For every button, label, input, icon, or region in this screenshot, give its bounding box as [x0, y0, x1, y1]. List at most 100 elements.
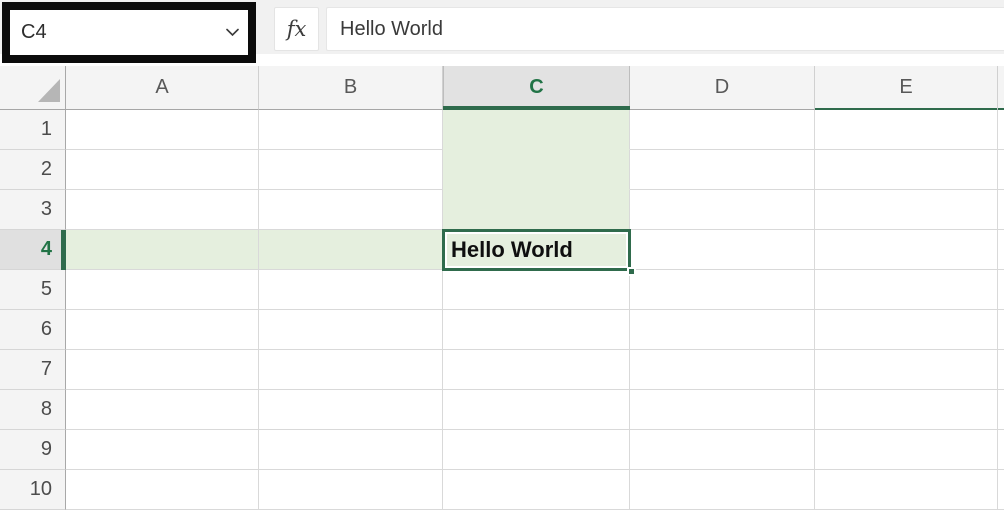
cell-next-partial-1[interactable] — [998, 110, 1004, 150]
cell-e5[interactable] — [815, 270, 998, 310]
cell-b8[interactable] — [259, 390, 443, 430]
selected-cell-value: Hello World — [443, 237, 573, 263]
sheet-row-9: 9 — [0, 430, 1004, 470]
cell-a8[interactable] — [66, 390, 259, 430]
row-header-9[interactable]: 9 — [0, 430, 66, 470]
sheet-row-8: 8 — [0, 390, 1004, 430]
cell-b2[interactable] — [259, 150, 443, 190]
cell-a9[interactable] — [66, 430, 259, 470]
cell-d1[interactable] — [630, 110, 815, 150]
cell-next-partial-9[interactable] — [998, 430, 1004, 470]
row-header-1[interactable]: 1 — [0, 110, 66, 150]
cell-e10[interactable] — [815, 470, 998, 510]
cell-d4[interactable] — [630, 230, 815, 270]
cell-a10[interactable] — [66, 470, 259, 510]
column-header-b[interactable]: B — [259, 66, 443, 110]
row-header-8[interactable]: 8 — [0, 390, 66, 430]
cell-e6[interactable] — [815, 310, 998, 350]
cell-d2[interactable] — [630, 150, 815, 190]
column-header-c[interactable]: C — [443, 66, 630, 110]
cell-e4[interactable] — [815, 230, 998, 270]
cell-b7[interactable] — [259, 350, 443, 390]
name-box[interactable]: C4 — [10, 10, 248, 55]
cell-d10[interactable] — [630, 470, 815, 510]
fill-handle[interactable] — [627, 267, 636, 276]
sheet-grid: 1234 Hello World 5678910 — [0, 110, 1004, 510]
cell-c5[interactable] — [443, 270, 630, 310]
cell-b10[interactable] — [259, 470, 443, 510]
cell-c7[interactable] — [443, 350, 630, 390]
cell-a4[interactable] — [66, 230, 259, 270]
select-all-triangle-icon — [36, 76, 62, 104]
cell-a6[interactable] — [66, 310, 259, 350]
column-header-next-partial[interactable] — [998, 66, 1004, 110]
row-header-7[interactable]: 7 — [0, 350, 66, 390]
cell-b5[interactable] — [259, 270, 443, 310]
cell-c2[interactable] — [443, 150, 630, 190]
cell-a7[interactable] — [66, 350, 259, 390]
sheet-row-6: 6 — [0, 310, 1004, 350]
cell-d5[interactable] — [630, 270, 815, 310]
cell-c10[interactable] — [443, 470, 630, 510]
column-header-d[interactable]: D — [630, 66, 815, 110]
cell-a1[interactable] — [66, 110, 259, 150]
cell-d9[interactable] — [630, 430, 815, 470]
sheet-row-3: 3 — [0, 190, 1004, 230]
fx-icon: fx — [287, 17, 307, 41]
row-header-3[interactable]: 3 — [0, 190, 66, 230]
cell-c4-selected[interactable]: Hello World — [443, 230, 630, 270]
cell-b9[interactable] — [259, 430, 443, 470]
formula-bar-value: Hello World — [340, 18, 443, 41]
cell-a3[interactable] — [66, 190, 259, 230]
name-box-value: C4 — [21, 21, 47, 44]
cell-e2[interactable] — [815, 150, 998, 190]
cell-d6[interactable] — [630, 310, 815, 350]
cell-next-partial-3[interactable] — [998, 190, 1004, 230]
sheet-row-10: 10 — [0, 470, 1004, 510]
cell-b3[interactable] — [259, 190, 443, 230]
row-header-5[interactable]: 5 — [0, 270, 66, 310]
sheet-row-2: 2 — [0, 150, 1004, 190]
cell-d8[interactable] — [630, 390, 815, 430]
cell-e8[interactable] — [815, 390, 998, 430]
cell-next-partial-10[interactable] — [998, 470, 1004, 510]
sheet-row-4: 4 Hello World — [0, 230, 1004, 270]
cell-c3[interactable] — [443, 190, 630, 230]
row-header-10[interactable]: 10 — [0, 470, 66, 510]
row-header-4[interactable]: 4 — [0, 230, 66, 270]
cell-b1[interactable] — [259, 110, 443, 150]
cell-d7[interactable] — [630, 350, 815, 390]
sheet-row-5: 5 — [0, 270, 1004, 310]
cell-a5[interactable] — [66, 270, 259, 310]
cell-next-partial-8[interactable] — [998, 390, 1004, 430]
sheet-row-1: 1 — [0, 110, 1004, 150]
cell-e1[interactable] — [815, 110, 998, 150]
cell-next-partial-6[interactable] — [998, 310, 1004, 350]
select-all-button[interactable] — [0, 66, 66, 110]
cell-a2[interactable] — [66, 150, 259, 190]
column-header-a[interactable]: A — [66, 66, 259, 110]
cell-next-partial-4[interactable] — [998, 230, 1004, 270]
row-header-6[interactable]: 6 — [0, 310, 66, 350]
sheet-row-7: 7 — [0, 350, 1004, 390]
cell-e9[interactable] — [815, 430, 998, 470]
formula-bar-input[interactable]: Hello World — [326, 7, 1004, 51]
column-header-e[interactable]: E — [815, 66, 998, 110]
excel-window: C4 fx Hello World ABCDE 1234 Hello World 5… — [0, 0, 1004, 510]
cell-c8[interactable] — [443, 390, 630, 430]
cell-c1[interactable] — [443, 110, 630, 150]
cell-e3[interactable] — [815, 190, 998, 230]
cell-b4[interactable] — [259, 230, 443, 270]
column-header-row: ABCDE — [0, 66, 1004, 110]
chevron-down-icon[interactable] — [226, 28, 239, 37]
cell-e7[interactable] — [815, 350, 998, 390]
cell-next-partial-5[interactable] — [998, 270, 1004, 310]
cell-next-partial-7[interactable] — [998, 350, 1004, 390]
cell-c9[interactable] — [443, 430, 630, 470]
cell-d3[interactable] — [630, 190, 815, 230]
cell-next-partial-2[interactable] — [998, 150, 1004, 190]
row-header-2[interactable]: 2 — [0, 150, 66, 190]
cell-c6[interactable] — [443, 310, 630, 350]
insert-function-button[interactable]: fx — [274, 7, 319, 51]
cell-b6[interactable] — [259, 310, 443, 350]
